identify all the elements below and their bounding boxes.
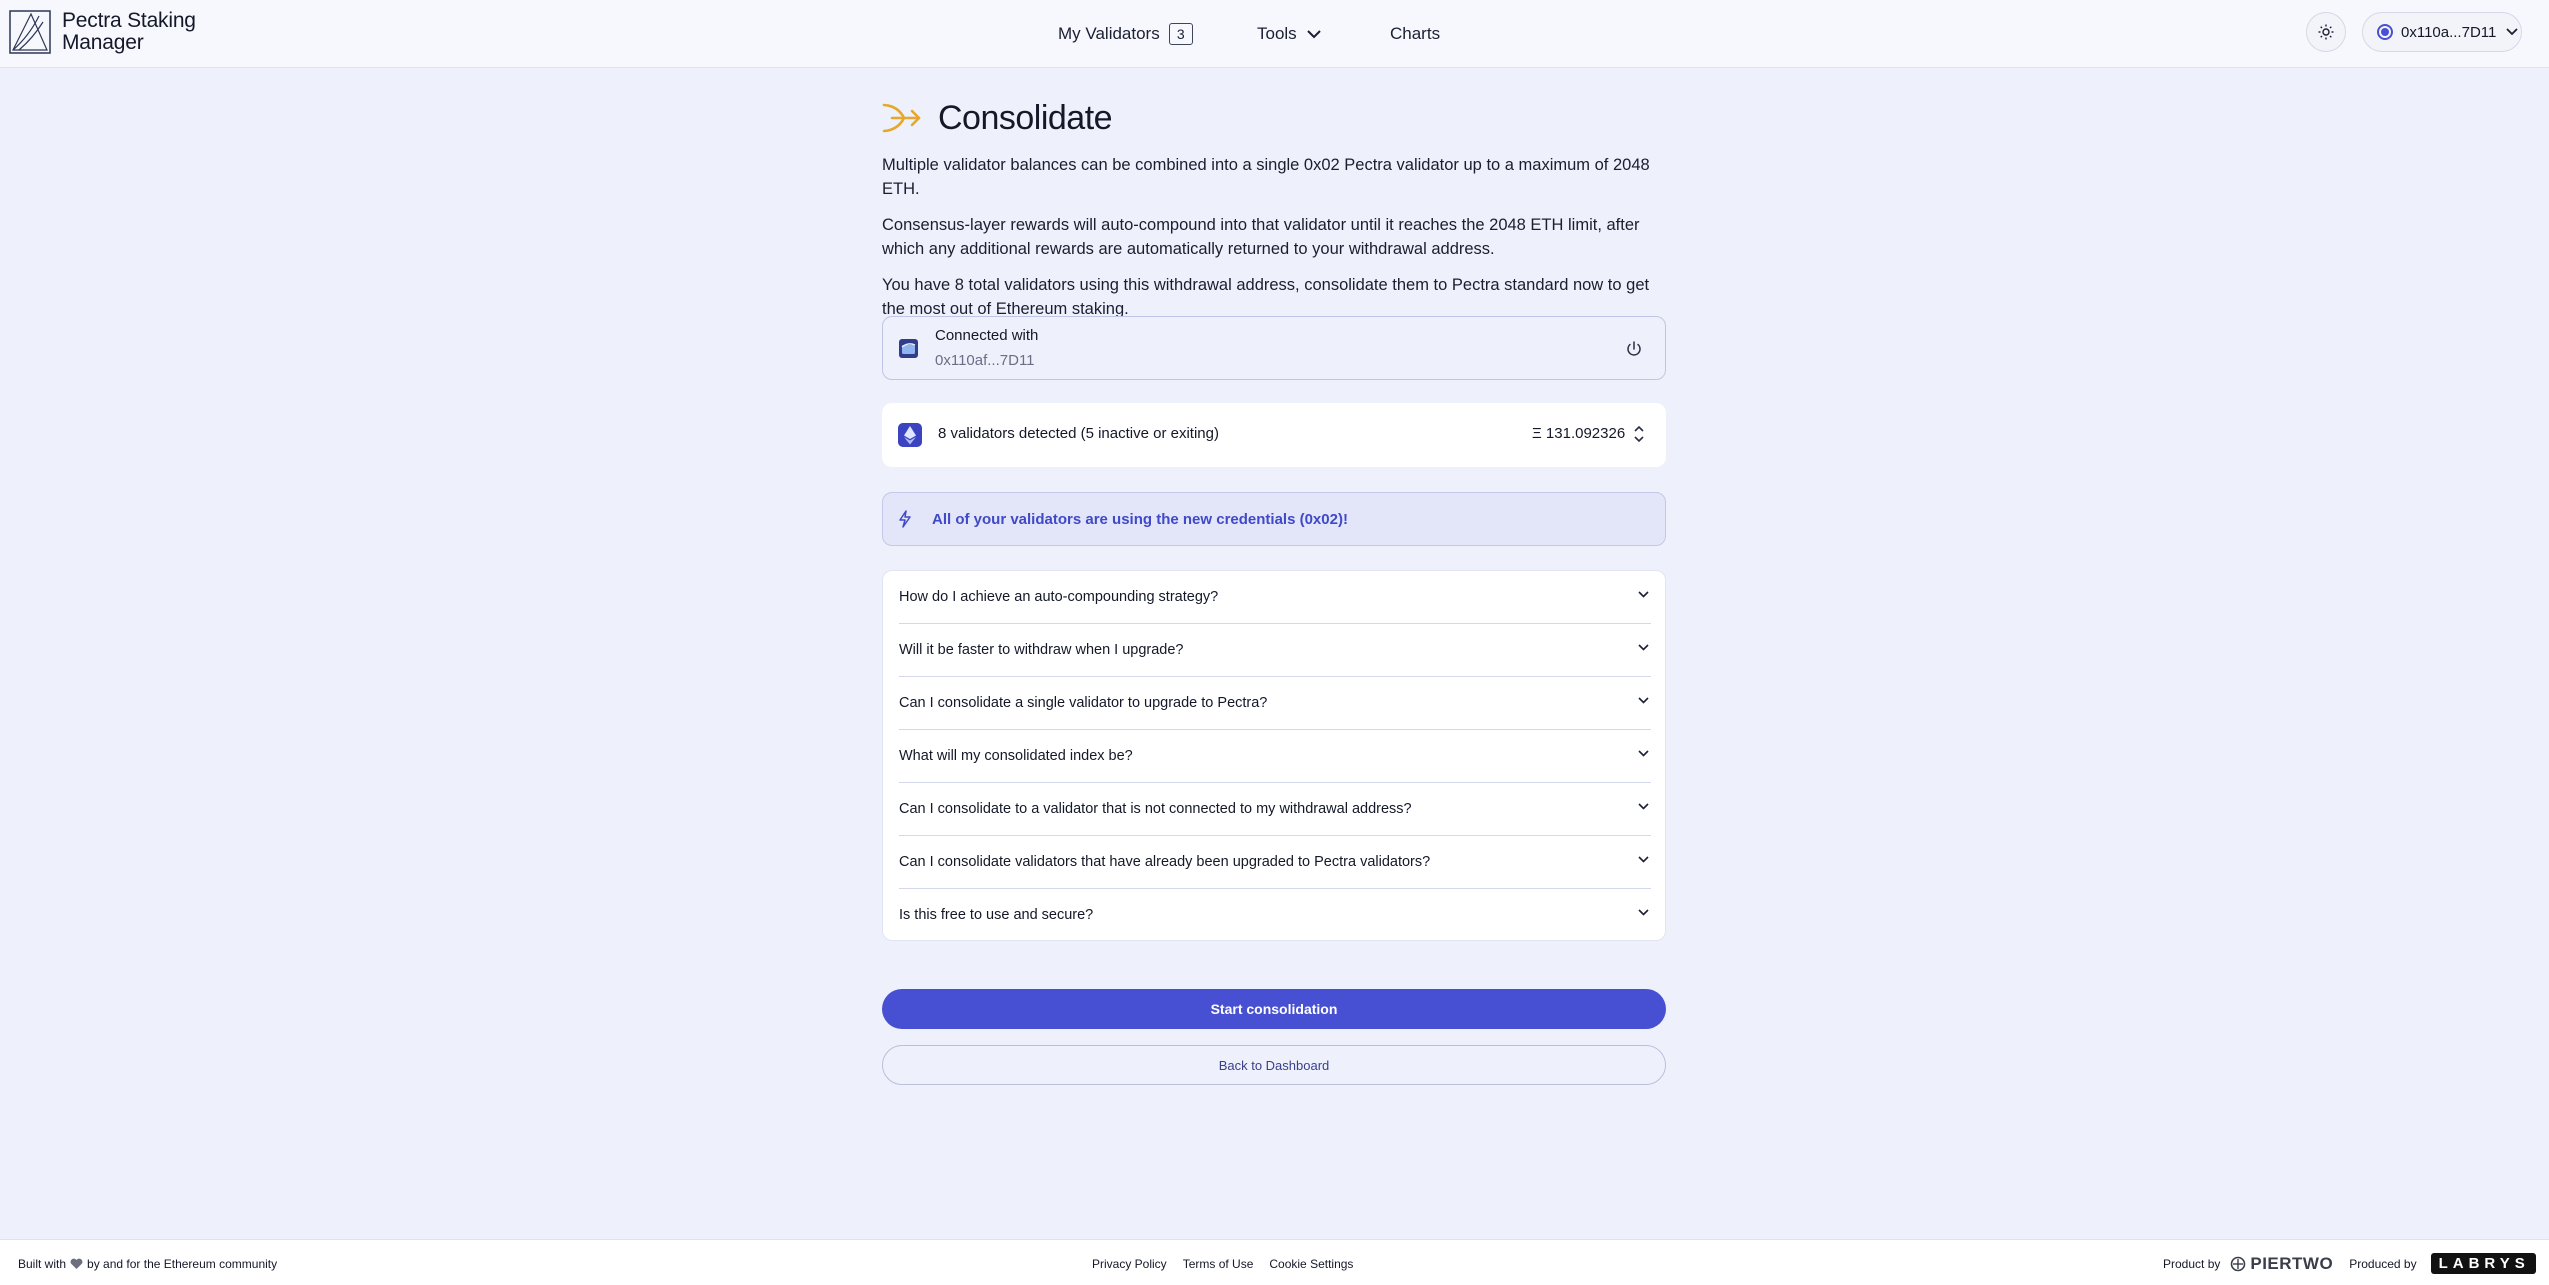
- faq-question: Will it be faster to withdraw when I upg…: [899, 642, 1184, 658]
- piertwo-logo[interactable]: PIERTWO: [2230, 1254, 2333, 1274]
- faq-item[interactable]: Will it be faster to withdraw when I upg…: [899, 624, 1651, 677]
- intro-paragraph-2: Consensus-layer rewards will auto-compou…: [882, 216, 1640, 258]
- start-consolidation-button[interactable]: Start consolidation: [882, 989, 1666, 1029]
- labrys-logo[interactable]: LABRYS: [2430, 1253, 2536, 1274]
- connected-label: Connected with: [935, 327, 1039, 344]
- account-address: 0x110a...7D11: [2401, 23, 2497, 41]
- chevron-down-icon: [1638, 856, 1649, 863]
- faq-question: Can I consolidate a single validator to …: [899, 695, 1268, 711]
- consolidate-page: Consolidate Multiple validator balances …: [882, 96, 1666, 1085]
- chevron-down-icon: [2506, 28, 2518, 36]
- piertwo-logo-icon: [2231, 1256, 2246, 1271]
- brand-name-line1: Pectra Staking: [62, 9, 196, 32]
- validators-summary-text: 8 validators detected (5 inactive or exi…: [938, 425, 1219, 442]
- chevron-down-icon: [1638, 750, 1649, 757]
- nav-my-validators-label: My Validators: [1058, 24, 1160, 43]
- top-navbar: Pectra Staking Manager My Validators 3 T…: [0, 0, 2549, 68]
- faq-question: Can I consolidate to a validator that is…: [899, 801, 1412, 817]
- faq-item[interactable]: Is this free to use and secure?: [899, 889, 1651, 942]
- faq-item[interactable]: How do I achieve an auto-compounding str…: [899, 571, 1651, 624]
- page-header: Consolidate: [882, 96, 1666, 140]
- faq-question: Can I consolidate validators that have a…: [899, 854, 1431, 870]
- faq-question: Is this free to use and secure?: [899, 907, 1094, 923]
- credentials-notice-text: All of your validators are using the new…: [932, 511, 1348, 528]
- chevron-down-icon: [1638, 644, 1649, 651]
- intro-paragraph-1: Multiple validator balances can be combi…: [882, 156, 1650, 198]
- nav-charts-label: Charts: [1390, 24, 1441, 43]
- connected-wallet-card: Connected with 0x110af...7D11: [882, 316, 1666, 380]
- produced-by-label: Produced by: [2349, 1256, 2417, 1271]
- piertwo-wordmark: PIERTWO: [2250, 1253, 2334, 1273]
- chevron-down-icon: [1638, 909, 1649, 916]
- pectra-logo-icon: [9, 10, 51, 54]
- chevron-down-icon: [1638, 697, 1649, 704]
- theme-toggle-button[interactable]: [2306, 12, 2346, 52]
- wallet-icon: [899, 339, 918, 358]
- brand-name: Pectra Staking Manager: [62, 10, 196, 54]
- faq-item[interactable]: What will my consolidated index be?: [899, 730, 1651, 783]
- chevron-down-icon: [1638, 803, 1649, 810]
- footer-built-prefix: Built with: [18, 1257, 67, 1271]
- sun-icon: [2318, 24, 2334, 40]
- privacy-policy-link[interactable]: Privacy Policy: [1092, 1257, 1167, 1271]
- nav-my-validators[interactable]: My Validators 3: [1058, 0, 1193, 68]
- footer-links: Privacy Policy Terms of Use Cookie Setti…: [1092, 1257, 1369, 1271]
- validators-count-badge: 3: [1168, 23, 1193, 45]
- faq-question: How do I achieve an auto-compounding str…: [899, 589, 1219, 605]
- back-to-dashboard-button[interactable]: Back to Dashboard: [882, 1045, 1666, 1085]
- account-menu-button[interactable]: 0x110a...7D11: [2362, 12, 2522, 52]
- nav-tools-menu[interactable]: Tools: [1257, 0, 1321, 68]
- bolt-icon: [899, 510, 911, 528]
- faq-item[interactable]: Can I consolidate a single validator to …: [899, 677, 1651, 730]
- footer-built-suffix: by and for the Ethereum community: [87, 1257, 278, 1271]
- footer: Built with by and for the Ethereum commu…: [0, 1239, 2549, 1285]
- faq-item[interactable]: Can I consolidate to a validator that is…: [899, 783, 1651, 836]
- credentials-notice: All of your validators are using the new…: [882, 492, 1666, 546]
- faq-question: What will my consolidated index be?: [899, 748, 1133, 764]
- intro-paragraph-3: You have 8 total validators using this w…: [882, 276, 1650, 318]
- product-by-label: Product by: [2163, 1256, 2221, 1271]
- chevron-down-icon: [1306, 29, 1321, 38]
- power-icon[interactable]: [1622, 337, 1646, 361]
- faq-item[interactable]: Can I consolidate validators that have a…: [899, 836, 1651, 889]
- terms-of-use-link[interactable]: Terms of Use: [1183, 1257, 1254, 1271]
- chevron-down-icon: [1638, 591, 1649, 598]
- brand-logo-link[interactable]: Pectra Staking Manager: [9, 10, 196, 54]
- account-status-icon: [2377, 24, 2393, 40]
- ethereum-icon: [898, 423, 922, 447]
- connected-address: 0x110af...7D11: [935, 352, 1035, 369]
- nav-tools-label: Tools: [1257, 24, 1297, 43]
- footer-partners: Product by PIERTWO Produced by LABRYS: [2163, 1253, 2536, 1274]
- expand-updown-icon: [1634, 425, 1644, 443]
- heart-icon: [70, 1258, 83, 1269]
- footer-credit: Built with by and for the Ethereum commu…: [18, 1257, 277, 1271]
- faq-accordion: How do I achieve an auto-compounding str…: [882, 570, 1666, 941]
- validators-summary-card[interactable]: 8 validators detected (5 inactive or exi…: [882, 403, 1666, 467]
- validators-total-balance: Ξ 131.092326: [1532, 425, 1626, 442]
- page-title: Consolidate: [938, 98, 1113, 137]
- consolidate-arrow-icon: [882, 103, 921, 133]
- brand-name-line2: Manager: [62, 31, 144, 54]
- nav-charts[interactable]: Charts: [1390, 0, 1440, 68]
- cookie-settings-link[interactable]: Cookie Settings: [1269, 1257, 1353, 1271]
